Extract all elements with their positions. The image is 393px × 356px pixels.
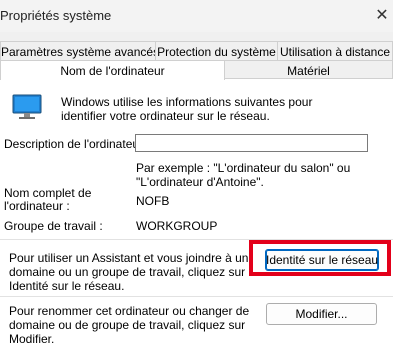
close-icon[interactable]: ✕	[371, 6, 393, 26]
tab-advanced-settings[interactable]: Paramètres système avancés	[0, 41, 159, 61]
tab-system-protection[interactable]: Protection du système	[155, 41, 278, 61]
separator	[0, 296, 393, 297]
fullname-label: Nom complet de l'ordinateur :	[4, 186, 92, 213]
workgroup-label: Groupe de travail :	[4, 219, 103, 233]
description-label: Description de l'ordinateur :	[4, 137, 150, 151]
tab-remote[interactable]: Utilisation à distance	[277, 41, 393, 61]
tab-computer-name[interactable]: Nom de l'ordinateur	[0, 60, 225, 80]
title-bar: Propriétés système ✕	[0, 0, 393, 32]
separator	[0, 239, 393, 240]
rename-text: Pour renommer cet ordinateur ou changer …	[9, 304, 250, 346]
modify-button[interactable]: Modifier...	[266, 303, 377, 325]
window-title: Propriétés système	[0, 8, 112, 23]
network-id-button[interactable]: Identité sur le réseau...	[265, 249, 379, 271]
monitor-icon	[12, 94, 42, 119]
fullname-value: NOFB	[136, 194, 170, 208]
intro-text: Windows utilise les informations suivant…	[61, 95, 313, 123]
network-text: Pour utiliser un Assistant et vous joind…	[9, 251, 249, 293]
tab-hardware[interactable]: Matériel	[224, 60, 393, 80]
description-example: Par exemple : "L'ordinateur du salon" ou…	[136, 161, 351, 189]
workgroup-value: WORKGROUP	[136, 219, 218, 233]
description-input[interactable]	[135, 134, 368, 152]
